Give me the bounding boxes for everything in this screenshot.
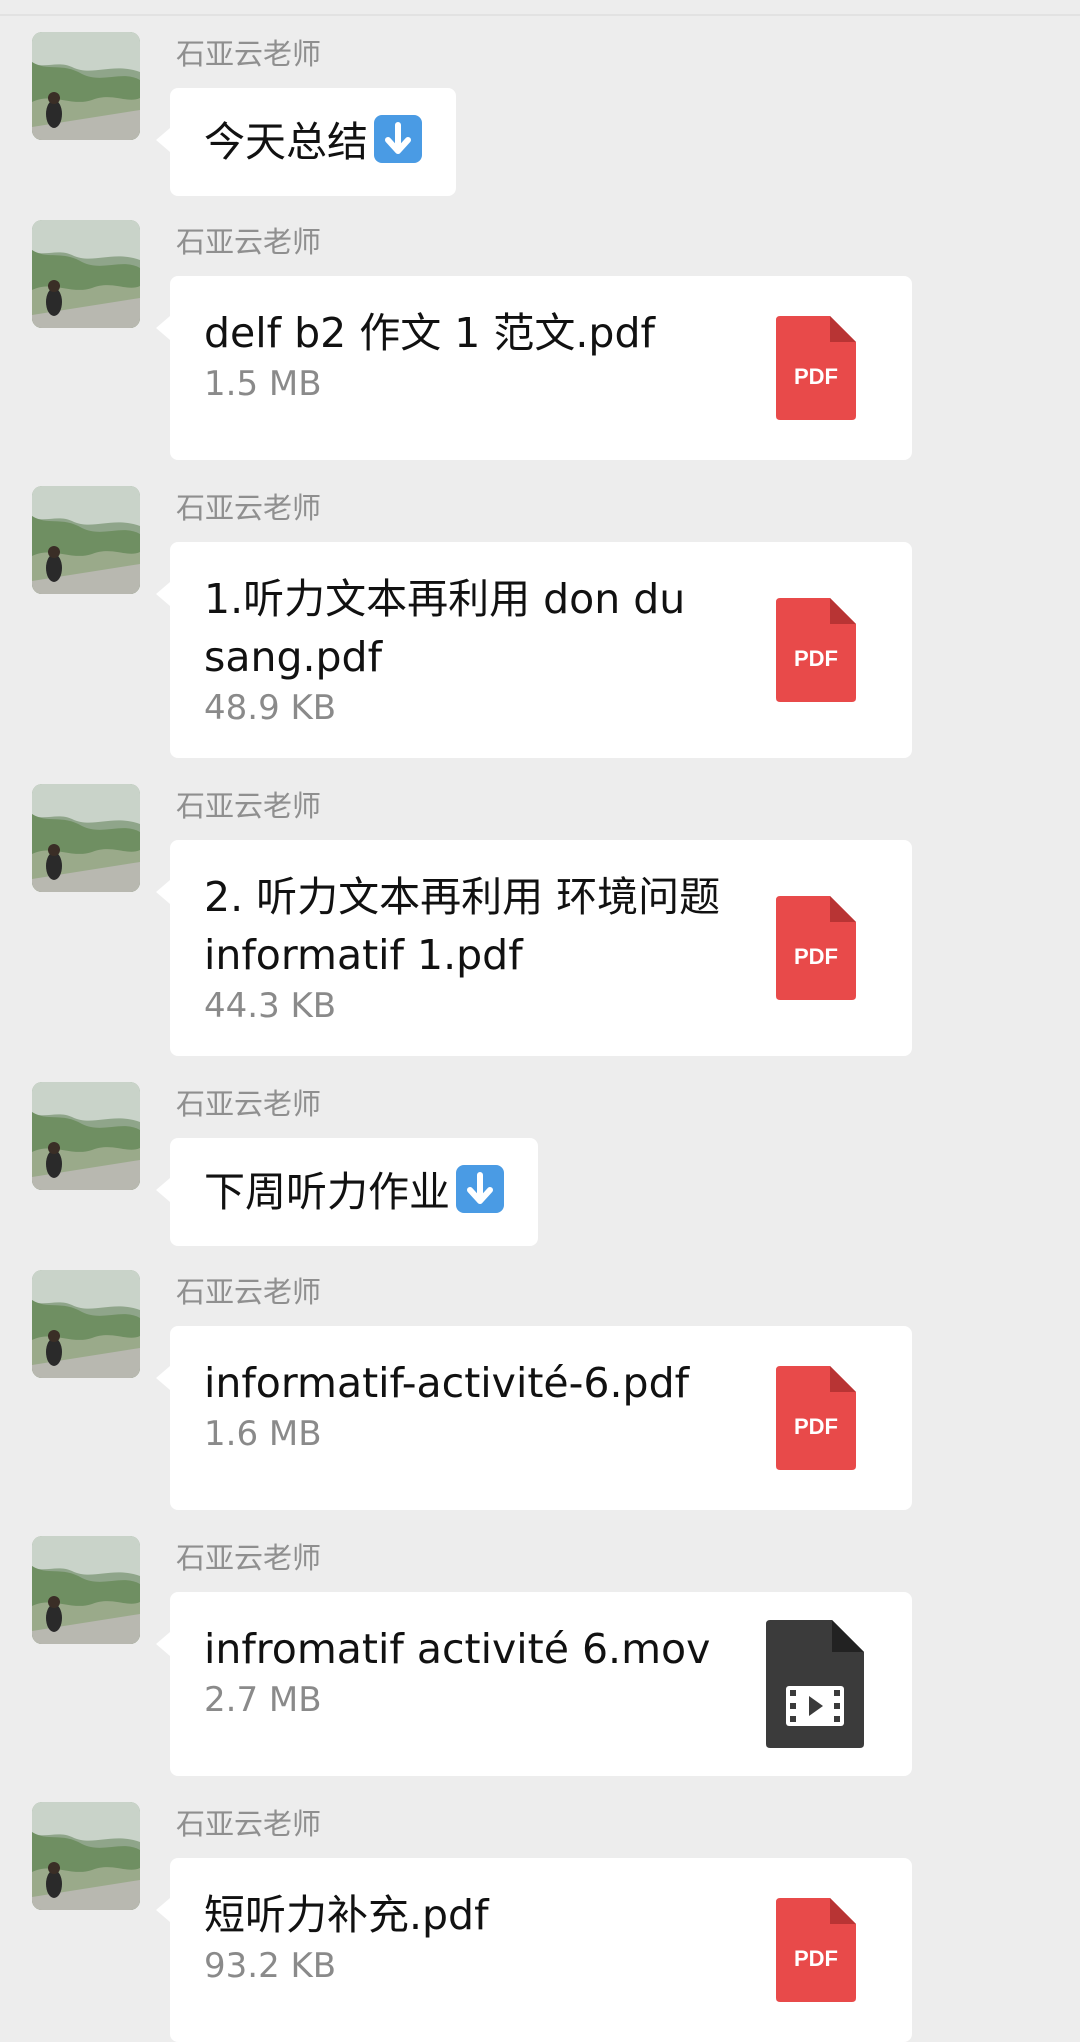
sender-name: 石亚云老师 (176, 789, 322, 823)
file-name: informatif-activité-6.pdf (204, 1359, 690, 1407)
sender-name: 石亚云老师 (176, 1275, 322, 1309)
down-arrow-emoji-icon (374, 115, 422, 163)
pdf-icon: PDF (776, 896, 856, 1004)
message-bubble[interactable]: 下周听力作业 (156, 1138, 538, 1246)
avatar[interactable] (32, 1802, 140, 1910)
file-message-card[interactable]: 1.听力文本再利用 don du sang.pdf 48.9 KB PDF (156, 542, 912, 758)
file-message-card[interactable]: 短听力补充.pdf 93.2 KB PDF (156, 1858, 912, 2042)
file-name: delf b2 作文 1 范文.pdf (204, 309, 655, 357)
svg-text:PDF: PDF (794, 364, 838, 389)
svg-text:PDF: PDF (794, 1414, 838, 1439)
sender-name: 石亚云老师 (176, 225, 322, 259)
avatar[interactable] (32, 1082, 140, 1190)
file-size: 44.3 KB (204, 986, 337, 1026)
sender-name: 石亚云老师 (176, 1807, 322, 1841)
svg-text:PDF: PDF (794, 1946, 838, 1971)
pdf-icon: PDF (776, 316, 856, 424)
top-divider (0, 14, 1080, 16)
video-file-icon (766, 1620, 864, 1752)
file-size: 2.7 MB (204, 1680, 322, 1720)
file-size: 48.9 KB (204, 688, 337, 728)
avatar[interactable] (32, 486, 140, 594)
file-name: infromatif activité 6.mov (204, 1625, 711, 1673)
sender-name: 石亚云老师 (176, 1087, 322, 1121)
pdf-icon: PDF (776, 1898, 856, 2006)
file-message-card[interactable]: infromatif activité 6.mov 2.7 MB (156, 1592, 912, 1776)
file-name: 短听力补充.pdf (204, 1891, 489, 1939)
svg-text:PDF: PDF (794, 944, 838, 969)
sender-name: 石亚云老师 (176, 1541, 322, 1575)
avatar[interactable] (32, 220, 140, 328)
avatar[interactable] (32, 1270, 140, 1378)
file-message-card[interactable]: delf b2 作文 1 范文.pdf 1.5 MB PDF (156, 276, 912, 460)
pdf-icon: PDF (776, 1366, 856, 1474)
avatar[interactable] (32, 32, 140, 140)
avatar[interactable] (32, 1536, 140, 1644)
down-arrow-emoji-icon (456, 1165, 504, 1213)
message-bubble[interactable]: 今天总结 (156, 88, 456, 196)
avatar[interactable] (32, 784, 140, 892)
message-text: 下周听力作业 (204, 1168, 450, 1216)
file-name: 1.听力文本再利用 don du sang.pdf (204, 575, 686, 681)
file-size: 93.2 KB (204, 1946, 337, 1986)
file-message-card[interactable]: 2. 听力文本再利用 环境问题 informatif 1.pdf 44.3 KB… (156, 840, 912, 1056)
svg-text:PDF: PDF (794, 646, 838, 671)
file-size: 1.5 MB (204, 364, 322, 404)
sender-name: 石亚云老师 (176, 37, 322, 71)
sender-name: 石亚云老师 (176, 491, 322, 525)
file-message-card[interactable]: informatif-activité-6.pdf 1.6 MB PDF (156, 1326, 912, 1510)
message-text: 今天总结 (204, 118, 368, 166)
file-size: 1.6 MB (204, 1414, 322, 1454)
file-name: 2. 听力文本再利用 环境问题 informatif 1.pdf (204, 873, 721, 979)
pdf-icon: PDF (776, 598, 856, 706)
